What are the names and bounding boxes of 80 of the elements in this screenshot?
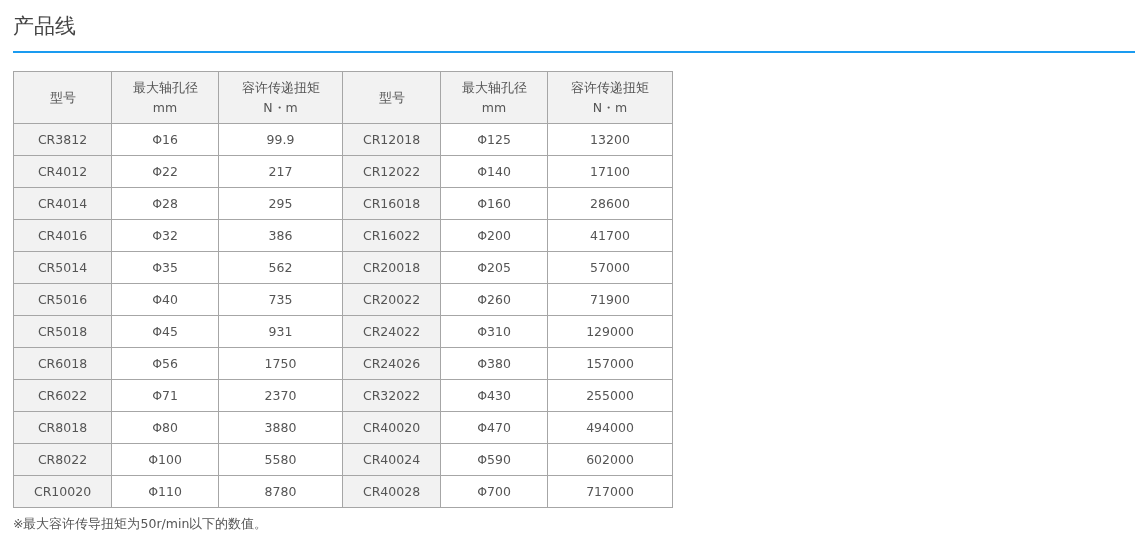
table-cell: 494000 [547,411,673,444]
table-cell: 3880 [218,411,343,444]
table-cell: Φ71 [111,379,219,412]
table-cell: Φ310 [440,315,548,348]
table-cell: Φ380 [440,347,548,380]
table-cell: Φ700 [440,475,548,508]
table-cell: Φ590 [440,443,548,476]
table-cell: Φ260 [440,283,548,316]
table-cell: CR3812 [13,123,112,156]
table-cell: Φ56 [111,347,219,380]
table-cell: CR6022 [13,379,112,412]
table-cell: Φ80 [111,411,219,444]
table-cell: 562 [218,251,343,284]
column-header: 容许传递扭矩 N・m [547,71,673,124]
table-cell: Φ160 [440,187,548,220]
table-cell: CR4012 [13,155,112,188]
table-cell: 13200 [547,123,673,156]
table-cell: CR10020 [13,475,112,508]
table-cell: Φ205 [440,251,548,284]
table-cell: Φ22 [111,155,219,188]
table-cell: CR16018 [342,187,441,220]
table-cell: Φ100 [111,443,219,476]
table-cell: CR24026 [342,347,441,380]
table-cell: 2370 [218,379,343,412]
table-cell: 57000 [547,251,673,284]
table-cell: 717000 [547,475,673,508]
table-cell: CR32022 [342,379,441,412]
table-cell: CR5014 [13,251,112,284]
table-cell: 295 [218,187,343,220]
table-cell: Φ110 [111,475,219,508]
table-cell: 255000 [547,379,673,412]
column-header: 型号 [342,71,441,124]
column-header: 容许传递扭矩 N・m [218,71,343,124]
table-cell: CR4016 [13,219,112,252]
table-cell: CR16022 [342,219,441,252]
table-cell: Φ28 [111,187,219,220]
table-cell: 602000 [547,443,673,476]
table-cell: Φ40 [111,283,219,316]
table-cell: CR5016 [13,283,112,316]
table-cell: 71900 [547,283,673,316]
table-cell: 217 [218,155,343,188]
table-cell: 28600 [547,187,673,220]
table-cell: Φ200 [440,219,548,252]
table-cell: 17100 [547,155,673,188]
table-cell: Φ470 [440,411,548,444]
table-cell: Φ32 [111,219,219,252]
table-cell: CR6018 [13,347,112,380]
table-cell: 1750 [218,347,343,380]
table-cell: CR12018 [342,123,441,156]
table-cell: CR12022 [342,155,441,188]
table-cell: CR20022 [342,283,441,316]
table-cell: CR24022 [342,315,441,348]
column-header: 最大轴孔径 mm [440,71,548,124]
table-cell: Φ16 [111,123,219,156]
table-cell: Φ140 [440,155,548,188]
table-cell: 157000 [547,347,673,380]
table-cell: Φ45 [111,315,219,348]
footnote: ※最大容许传导扭矩为50r/min以下的数值。 [13,516,269,533]
table-cell: 99.9 [218,123,343,156]
table-cell: 386 [218,219,343,252]
table-cell: 8780 [218,475,343,508]
table-cell: 41700 [547,219,673,252]
table-cell: CR4014 [13,187,112,220]
table-cell: 931 [218,315,343,348]
table-cell: 5580 [218,443,343,476]
column-header: 型号 [13,71,112,124]
table-cell: 129000 [547,315,673,348]
table-cell: CR8022 [13,443,112,476]
table-cell: Φ35 [111,251,219,284]
table-cell: CR20018 [342,251,441,284]
table-cell: CR40024 [342,443,441,476]
table-cell: Φ430 [440,379,548,412]
table-cell: CR40028 [342,475,441,508]
section-title: 产品线 [13,13,77,40]
column-header: 最大轴孔径 mm [111,71,219,124]
table-cell: CR5018 [13,315,112,348]
table-cell: 735 [218,283,343,316]
table-cell: CR40020 [342,411,441,444]
table-cell: CR8018 [13,411,112,444]
table-cell: Φ125 [440,123,548,156]
